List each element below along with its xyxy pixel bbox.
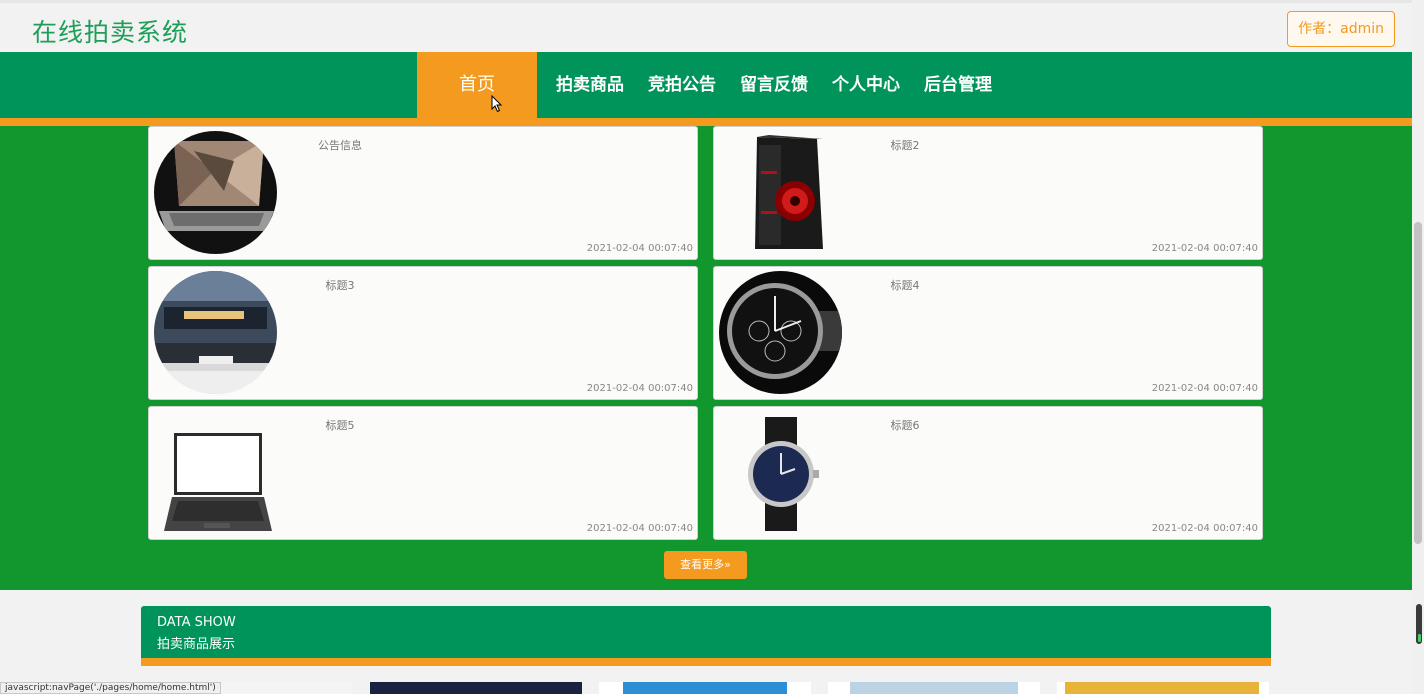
product-thumbnail[interactable]: [1057, 682, 1269, 694]
notice-date: 2021-02-04 00:07:40: [586, 383, 693, 394]
notice-section: 公告信息 2021-02-04 00:07:40 标题2 2021-02-04 …: [0, 126, 1412, 590]
nav-items: 首页 拍卖商品 竞拍公告 留言反馈 个人中心 后台管理: [417, 52, 1004, 118]
nav-item-personal-center[interactable]: 个人中心: [820, 52, 912, 118]
browser-status-bar: javascript:navPage('./pages/home/home.ht…: [0, 682, 221, 694]
data-show-title-en: DATA SHOW: [157, 615, 236, 630]
nav-accent-strip: [0, 118, 1412, 126]
notice-card[interactable]: 标题4 2021-02-04 00:07:40: [713, 266, 1263, 400]
nav-item-admin[interactable]: 后台管理: [912, 52, 1004, 118]
notice-date: 2021-02-04 00:07:40: [586, 523, 693, 534]
notice-card[interactable]: 标题2 2021-02-04 00:07:40: [713, 126, 1263, 260]
data-show-accent-strip: [141, 658, 1271, 666]
notice-title: 标题6: [890, 419, 920, 432]
product-thumbnail[interactable]: [599, 682, 811, 694]
product-thumbnail[interactable]: [828, 682, 1040, 694]
scroll-indicator-dot: [1418, 634, 1421, 642]
site-header: 在线拍卖系统 作者：admin: [0, 0, 1412, 52]
notice-title: 标题2: [890, 139, 920, 152]
nav-item-bid-notices[interactable]: 竞拍公告: [636, 52, 728, 118]
page-scrollbar[interactable]: [1412, 0, 1424, 694]
product-thumbnail[interactable]: [370, 682, 582, 694]
nav-item-auction-goods[interactable]: 拍卖商品: [544, 52, 636, 118]
data-show-header: DATA SHOW 拍卖商品展示: [141, 606, 1271, 658]
nav-item-home[interactable]: 首页: [417, 52, 537, 118]
notice-date: 2021-02-04 00:07:40: [1151, 383, 1258, 394]
scrollbar-thumb[interactable]: [1414, 222, 1422, 544]
mouse-cursor-icon: [491, 95, 503, 113]
notice-date: 2021-02-04 00:07:40: [1151, 243, 1258, 254]
notice-date: 2021-02-04 00:07:40: [1151, 523, 1258, 534]
notice-date: 2021-02-04 00:07:40: [586, 243, 693, 254]
view-more-button[interactable]: 查看更多»: [664, 551, 747, 579]
notice-card[interactable]: 标题6 2021-02-04 00:07:40: [713, 406, 1263, 540]
notice-title: 标题4: [890, 279, 920, 292]
main-nav: 首页 拍卖商品 竞拍公告 留言反馈 个人中心 后台管理: [0, 52, 1412, 118]
site-title[interactable]: 在线拍卖系统: [32, 13, 188, 49]
author-button[interactable]: 作者：admin: [1287, 11, 1395, 47]
data-show-title-cn: 拍卖商品展示: [157, 637, 236, 652]
nav-item-feedback[interactable]: 留言反馈: [728, 52, 820, 118]
